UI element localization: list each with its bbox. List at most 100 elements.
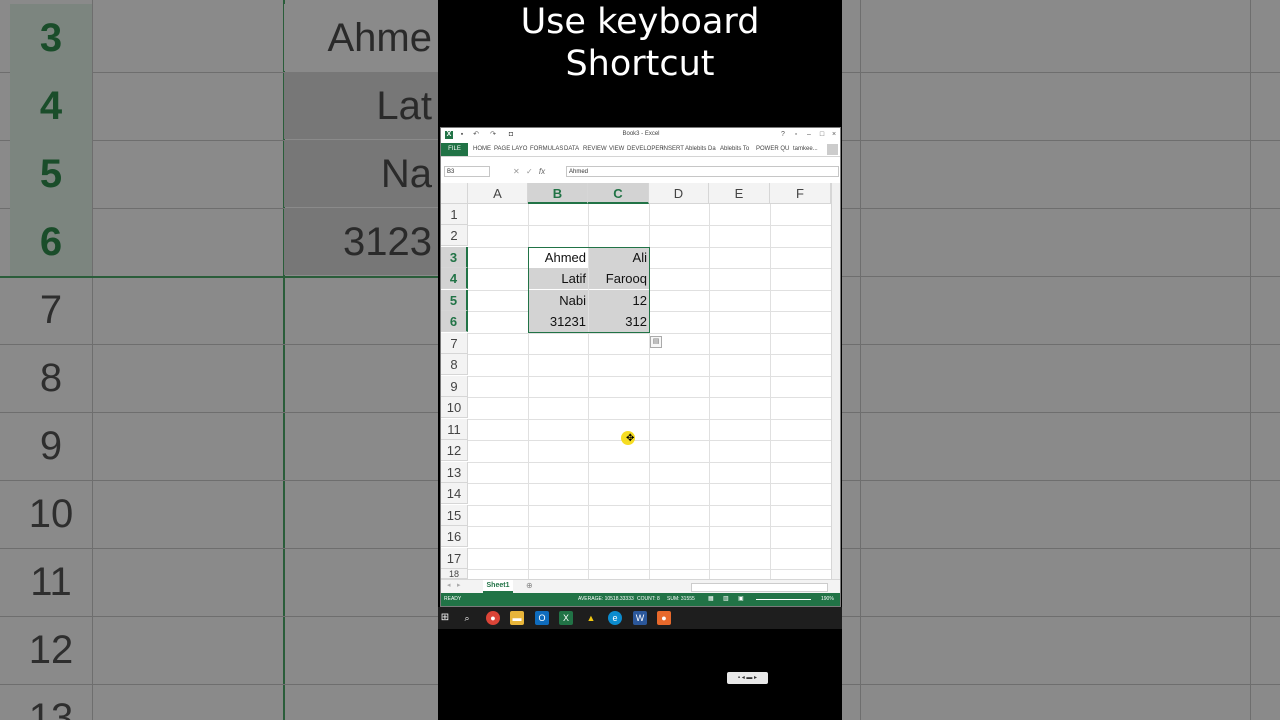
- bg-row-number: 10: [28, 492, 74, 536]
- row-header[interactable]: 5: [441, 290, 468, 311]
- bg-row: 9: [0, 412, 438, 481]
- formula-bar: B3 ✕ ✓ fx Ahmed: [441, 165, 840, 179]
- recorder-icon[interactable]: ●: [657, 611, 671, 625]
- row-header[interactable]: 9: [441, 376, 468, 397]
- page-layout-view-icon[interactable]: ▥: [723, 593, 729, 606]
- save-icon[interactable]: ▪: [458, 131, 466, 139]
- row-header[interactable]: 8: [441, 354, 468, 375]
- column-header-f[interactable]: F: [770, 183, 831, 204]
- bg-row: [842, 412, 1280, 481]
- tab-ablebits-tools[interactable]: Ablebits To: [720, 143, 749, 156]
- formula-buttons: ✕ ✓ fx: [511, 166, 565, 177]
- sheet-tab[interactable]: Sheet1: [483, 580, 513, 593]
- redo-icon[interactable]: ↷: [489, 131, 497, 139]
- grid-line: [468, 483, 831, 484]
- caption-line-2: Shortcut: [565, 44, 715, 84]
- tab-file[interactable]: FILE: [441, 143, 468, 156]
- tab-page-layout[interactable]: PAGE LAYO: [494, 143, 527, 156]
- bg-cell: Lat: [284, 72, 438, 139]
- word-icon[interactable]: W: [633, 611, 647, 625]
- add-sheet-icon[interactable]: ⊕: [526, 581, 533, 590]
- row-header[interactable]: 1: [441, 204, 468, 225]
- row-header[interactable]: 4: [441, 268, 468, 289]
- row-header[interactable]: 14: [441, 483, 468, 504]
- cancel-icon[interactable]: ✕: [513, 167, 520, 176]
- row-header[interactable]: 18: [441, 569, 468, 579]
- search-icon[interactable]: ⌕: [460, 611, 474, 625]
- bg-row: 3 Ahme: [0, 4, 438, 73]
- tab-home[interactable]: HOME: [473, 143, 491, 156]
- help-icon[interactable]: ?: [779, 131, 787, 139]
- bg-row: [842, 276, 1280, 345]
- tab-view[interactable]: VIEW: [609, 143, 624, 156]
- enter-icon[interactable]: ✓: [526, 167, 533, 176]
- tab-insert[interactable]: INSERT: [662, 143, 684, 156]
- windows-start-icon[interactable]: ⊞: [438, 611, 452, 625]
- grid-line: [468, 548, 831, 549]
- name-box[interactable]: B3: [444, 166, 490, 177]
- grid-line: [468, 419, 831, 420]
- maximize-icon[interactable]: □: [818, 131, 826, 139]
- bg-row: 10: [0, 480, 438, 549]
- tab-ablebits-data[interactable]: Ablebits Da: [685, 143, 716, 156]
- row-header[interactable]: 17: [441, 548, 468, 569]
- user-name[interactable]: tamkee...: [793, 143, 818, 156]
- row-header[interactable]: 6: [441, 311, 468, 332]
- row-header[interactable]: 11: [441, 419, 468, 440]
- recording-widget[interactable]: ▪ ◂ ▬ ▸: [727, 672, 768, 684]
- minimize-icon[interactable]: –: [805, 131, 813, 139]
- bg-row: 8: [0, 344, 438, 413]
- worksheet-grid[interactable]: A B C D E F 1 2 3 4 5 6 7 8 9 10 11 12 1…: [441, 183, 840, 579]
- column-header-b[interactable]: B: [528, 183, 588, 204]
- bg-row: [842, 548, 1280, 617]
- sheet-nav-prev-icon[interactable]: ◂: [447, 581, 451, 589]
- overlay-caption: Use keyboard Shortcut: [438, 0, 842, 127]
- page-break-view-icon[interactable]: ▣: [738, 593, 744, 606]
- undo-icon[interactable]: ↶: [472, 131, 480, 139]
- row-header[interactable]: 16: [441, 526, 468, 547]
- tab-developer[interactable]: DEVELOPER: [627, 143, 664, 156]
- grid-line: [468, 569, 831, 570]
- vertical-scrollbar[interactable]: [831, 183, 840, 579]
- close-icon[interactable]: ×: [830, 131, 838, 139]
- camera-icon[interactable]: ◘: [507, 131, 515, 139]
- avatar[interactable]: [827, 144, 838, 155]
- quick-analysis-icon[interactable]: ▤: [650, 336, 662, 348]
- normal-view-icon[interactable]: ▦: [708, 593, 714, 606]
- column-header-d[interactable]: D: [649, 183, 709, 204]
- horizontal-scrollbar[interactable]: [691, 583, 828, 592]
- tab-data[interactable]: DATA: [564, 143, 579, 156]
- tab-formulas[interactable]: FORMULAS: [530, 143, 563, 156]
- ribbon-tabs: FILE HOME PAGE LAYO FORMULAS DATA REVIEW…: [441, 143, 840, 157]
- bg-row-number: 3: [10, 4, 92, 72]
- sheet-nav-next-icon[interactable]: ▸: [457, 581, 461, 589]
- row-header[interactable]: 3: [441, 247, 468, 268]
- edge-icon[interactable]: e: [608, 611, 622, 625]
- select-all-corner[interactable]: [441, 183, 468, 204]
- zoom-level[interactable]: 190%: [821, 593, 834, 606]
- power-bi-icon[interactable]: ▲: [584, 611, 598, 625]
- ribbon-options-icon[interactable]: ▫: [792, 131, 800, 139]
- tab-review[interactable]: REVIEW: [583, 143, 607, 156]
- zoom-slider[interactable]: [756, 599, 811, 600]
- row-header[interactable]: 7: [441, 333, 468, 354]
- column-header-a[interactable]: A: [468, 183, 528, 204]
- bg-row: 5 Na: [0, 140, 438, 209]
- row-header[interactable]: 10: [441, 397, 468, 418]
- column-header-e[interactable]: E: [709, 183, 770, 204]
- grid-line: [468, 462, 831, 463]
- chrome-icon[interactable]: ●: [486, 611, 500, 625]
- row-header[interactable]: 15: [441, 505, 468, 526]
- outlook-icon[interactable]: O: [535, 611, 549, 625]
- row-header[interactable]: 13: [441, 462, 468, 483]
- row-header[interactable]: 12: [441, 440, 468, 461]
- status-count: COUNT: 8: [637, 596, 660, 602]
- row-header[interactable]: 2: [441, 225, 468, 246]
- file-explorer-icon[interactable]: ▬: [510, 611, 524, 625]
- excel-taskbar-icon[interactable]: X: [559, 611, 573, 625]
- insert-function-icon[interactable]: fx: [539, 167, 545, 176]
- formula-input[interactable]: Ahmed: [566, 166, 839, 177]
- bg-row: [842, 208, 1280, 277]
- tab-power-query[interactable]: POWER QU: [756, 143, 789, 156]
- column-header-c[interactable]: C: [588, 183, 649, 204]
